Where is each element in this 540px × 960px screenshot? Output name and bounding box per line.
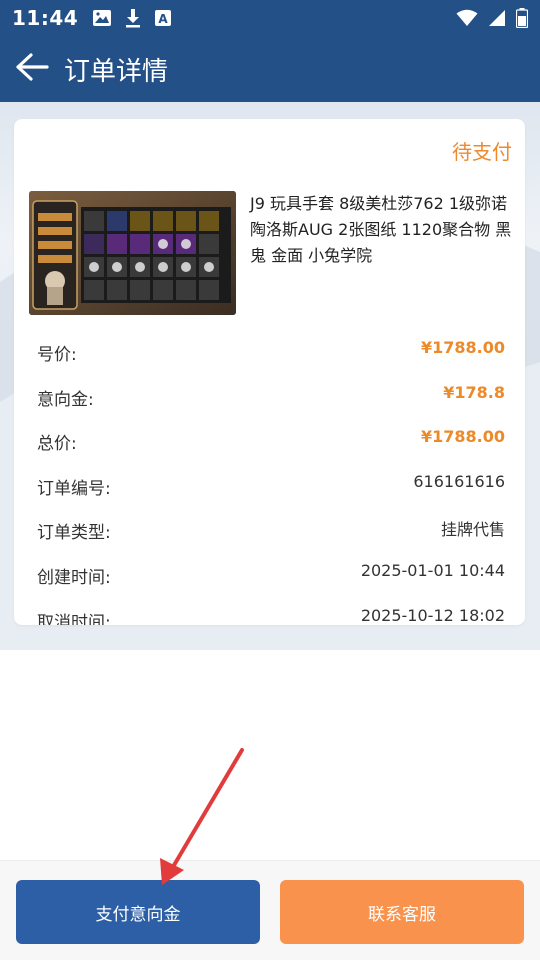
bottom-action-bar: 支付意向金 联系客服	[0, 860, 540, 960]
detail-label: 意向金:	[37, 389, 94, 410]
status-time: 11:44	[12, 6, 79, 30]
detail-value: 616161616	[413, 471, 505, 491]
order-details: 号价: ¥1788.00 意向金: ¥178.8 总价: ¥1788.00 订单…	[37, 334, 505, 625]
detail-value: ¥1788.00	[420, 338, 505, 357]
detail-row-created-time: 创建时间: 2025-01-01 10:44	[37, 557, 505, 602]
detail-value: ¥1788.00	[420, 427, 505, 447]
back-button[interactable]	[0, 36, 64, 102]
battery-icon	[516, 8, 528, 28]
back-arrow-icon	[15, 52, 49, 86]
detail-value: ¥178.8	[443, 382, 505, 402]
detail-label: 订单编号:	[37, 478, 111, 499]
pay-deposit-button[interactable]: 支付意向金	[16, 880, 260, 944]
detail-row-total: 总价: ¥1788.00	[37, 423, 505, 468]
product-title: J9 玩具手套 8级美杜莎762 1级弥诺陶洛斯AUG 2张图纸 1120聚合物…	[250, 194, 512, 265]
detail-label: 总价:	[37, 434, 77, 455]
detail-row-order-type: 订单类型: 挂牌代售	[37, 512, 505, 557]
font-a-icon: A	[154, 9, 172, 27]
order-card: 待支付 J9 玩具手套 8级美杜莎762 1级弥诺陶洛斯AUG 2张图纸 112…	[14, 119, 525, 625]
detail-value: 2025-01-01 10:44	[360, 560, 505, 580]
wifi-icon	[456, 9, 478, 27]
content-filler	[0, 650, 540, 860]
detail-value: 2025-10-12 18:02	[360, 605, 505, 625]
contact-support-button[interactable]: 联系客服	[280, 880, 524, 944]
order-status-badge: 待支付	[452, 140, 512, 164]
detail-label: 取消时间:	[37, 612, 111, 625]
detail-value: 挂牌代售	[440, 520, 505, 540]
detail-label: 号价:	[37, 345, 77, 365]
image-icon	[92, 9, 112, 27]
detail-row-deposit: 意向金: ¥178.8	[37, 379, 505, 424]
page-title: 订单详情	[64, 56, 169, 87]
detail-row-order-number: 订单编号: 616161616	[37, 468, 505, 513]
detail-label: 订单类型:	[37, 523, 111, 544]
download-icon	[124, 8, 142, 28]
svg-text:A: A	[159, 12, 169, 26]
app-bar: 订单详情	[0, 36, 540, 102]
product-image[interactable]	[29, 191, 236, 315]
signal-icon	[488, 9, 506, 27]
detail-label: 创建时间:	[37, 567, 111, 588]
detail-row-cancel-time: 取消时间: 2025-10-12 18:02	[37, 602, 505, 625]
detail-row-account-price: 号价: ¥1788.00	[37, 334, 505, 379]
status-bar: 11:44 A	[0, 0, 540, 36]
